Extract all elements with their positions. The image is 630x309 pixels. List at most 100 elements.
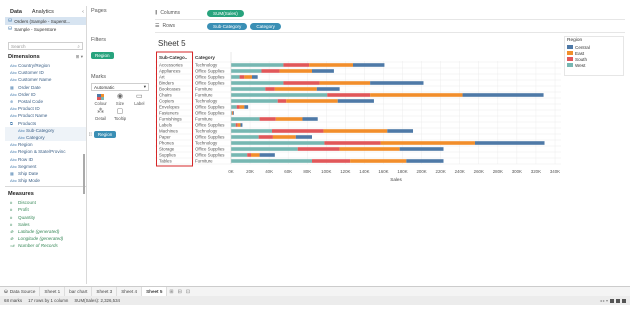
bar-segment-south[interactable] xyxy=(283,63,310,67)
bar-segment-west[interactable] xyxy=(231,147,298,151)
datasource-orders[interactable]: ⛁ Orders (Sample - Superst... xyxy=(5,17,86,25)
bar-segment-west[interactable] xyxy=(231,123,236,127)
field-number-of-records[interactable]: =# Number of Records xyxy=(5,242,86,249)
row-label-sub-category[interactable]: Storage xyxy=(159,146,175,151)
bar-segment-south[interactable] xyxy=(261,69,280,73)
filter-pill-region[interactable]: Region xyxy=(91,52,114,59)
new-worksheet-icon[interactable]: ⊞ xyxy=(167,289,175,295)
bar-segment-west[interactable] xyxy=(231,159,312,163)
row-label-sub-category[interactable]: Art xyxy=(159,74,165,79)
rows-shelf[interactable]: ☰ Rows Sub-Category Category xyxy=(155,21,284,31)
filters-shelf[interactable]: Region xyxy=(89,44,151,62)
collapse-icon[interactable]: ‹ xyxy=(77,9,86,15)
bar-segment-east[interactable] xyxy=(274,87,317,91)
bar-segment-east[interactable] xyxy=(286,99,338,103)
columns-shelf[interactable]: ⫼ Columns SUM(Sales) xyxy=(155,8,247,18)
bar-segment-east[interactable] xyxy=(309,63,353,67)
bar-segment-west[interactable] xyxy=(231,99,278,103)
sheet-tab-sheet-1[interactable]: Sheet 1 xyxy=(40,286,66,297)
bar-segment-south[interactable] xyxy=(265,87,275,91)
bar-segment-central[interactable] xyxy=(387,129,414,133)
field-segment[interactable]: Abc Segment xyxy=(5,163,86,170)
datasource-tab[interactable]: ⛁ Data Source xyxy=(0,286,41,297)
pages-shelf[interactable] xyxy=(89,15,151,35)
row-label-sub-category[interactable]: Appliances xyxy=(159,68,181,73)
field-discount[interactable]: # Discount xyxy=(5,199,86,206)
bar-segment-east[interactable] xyxy=(323,129,388,133)
new-story-icon[interactable]: ⊡ xyxy=(184,289,192,295)
legend-item-west[interactable]: West xyxy=(565,62,623,68)
field-order-id[interactable]: Abc Order ID xyxy=(5,91,86,98)
bar-segment-central[interactable] xyxy=(233,111,234,115)
bar-segment-south[interactable] xyxy=(283,81,320,85)
sheet-tab-sheet-5[interactable]: Sheet 5 xyxy=(142,286,168,297)
row-label-sub-category[interactable]: Phones xyxy=(159,140,175,145)
dimension-tools-icon[interactable]: ⊞ ▾ xyxy=(76,54,83,60)
field-latitude-generated[interactable]: ⊕ Latitude (generated) xyxy=(5,228,86,235)
bar-segment-south[interactable] xyxy=(277,99,287,103)
row-label-category[interactable]: Office Supplies xyxy=(195,104,225,109)
field-products[interactable]: ⧉ Products xyxy=(5,120,86,127)
field-region[interactable]: Abc Region xyxy=(5,141,86,148)
field-sub-category[interactable]: Abc Sub-Category xyxy=(5,126,86,134)
row-label-category[interactable]: Office Supplies xyxy=(195,110,225,115)
bar-segment-east[interactable] xyxy=(251,153,260,157)
bar-segment-east[interactable] xyxy=(275,117,303,121)
bar-segment-central[interactable] xyxy=(312,69,334,73)
row-label-category[interactable]: Office Supplies xyxy=(195,134,225,139)
row-label-category[interactable]: Furniture xyxy=(195,92,213,97)
bar-segment-west[interactable] xyxy=(231,87,266,91)
row-label-category[interactable]: Furniture xyxy=(195,86,213,91)
field-sales[interactable]: # Sales xyxy=(5,221,86,228)
datasource-superstore[interactable]: ⛁ Sample - Superstore xyxy=(5,25,86,33)
row-label-sub-category[interactable]: Accessories xyxy=(159,62,183,67)
bar-segment-west[interactable] xyxy=(231,141,325,145)
row-label-sub-category[interactable]: Fasteners xyxy=(159,110,179,115)
bar-segment-central[interactable] xyxy=(244,105,249,109)
bar-segment-central[interactable] xyxy=(406,159,444,163)
sheet-tab-bar-chart[interactable]: bar chart xyxy=(65,286,93,297)
bar-segment-east[interactable] xyxy=(380,141,475,145)
row-label-category[interactable]: Office Supplies xyxy=(195,68,225,73)
bar-segment-west[interactable] xyxy=(231,63,284,67)
row-label-category[interactable]: Furniture xyxy=(195,116,213,121)
bar-segment-south[interactable] xyxy=(312,159,351,163)
field-postal-code[interactable]: ⊕ Postal Code xyxy=(5,98,86,105)
row-label-category[interactable]: Technology xyxy=(195,98,218,103)
bar-segment-west[interactable] xyxy=(231,117,260,121)
bar-segment-east[interactable] xyxy=(232,111,234,115)
bar-segment-central[interactable] xyxy=(462,93,544,97)
row-label-sub-category[interactable]: Envelopes xyxy=(159,104,180,109)
bar-segment-south[interactable] xyxy=(236,105,240,109)
field-customer-id[interactable]: Abc Customer ID xyxy=(5,69,86,76)
bar-segment-central[interactable] xyxy=(316,87,340,91)
field-product-name[interactable]: Abc Product Name xyxy=(5,112,86,119)
bar-segment-east[interactable] xyxy=(319,81,371,85)
filmstrip-icon[interactable] xyxy=(616,298,620,303)
field-order-date[interactable]: ▦ Order Date xyxy=(5,84,86,91)
row-label-sub-category[interactable]: Copiers xyxy=(159,98,175,103)
row-label-category[interactable]: Furniture xyxy=(195,158,213,163)
row-label-category[interactable]: Technology xyxy=(195,62,218,67)
bar-segment-east[interactable] xyxy=(350,159,407,163)
field-ship-date[interactable]: ▦ Ship Date xyxy=(5,170,86,177)
bar-segment-central[interactable] xyxy=(399,147,444,151)
bar-segment-west[interactable] xyxy=(231,81,284,85)
bar-segment-east[interactable] xyxy=(339,147,400,151)
sheet-tab-sheet-3[interactable]: Sheet 3 xyxy=(92,286,118,297)
bar-segment-west[interactable] xyxy=(231,135,259,139)
bar-segment-south[interactable] xyxy=(239,75,245,79)
bar-segment-south[interactable] xyxy=(247,153,252,157)
bar-segment-south[interactable] xyxy=(259,117,276,121)
bar-segment-west[interactable] xyxy=(231,93,328,97)
search-input[interactable]: Search ⌕ xyxy=(8,42,83,50)
sheet-tab-sheet-4[interactable]: Sheet 4 xyxy=(117,286,143,297)
new-dashboard-icon[interactable]: ⊟ xyxy=(176,289,184,295)
field-profit[interactable]: # Profit xyxy=(5,206,86,213)
tabs-view-icon[interactable] xyxy=(622,298,626,303)
size-button[interactable]: ◉ Size xyxy=(110,93,129,106)
bar-segment-central[interactable] xyxy=(302,117,318,121)
row-label-sub-category[interactable]: Tables xyxy=(159,158,172,163)
bar-segment-central[interactable] xyxy=(352,63,385,67)
grid-view-icon[interactable] xyxy=(610,298,614,303)
